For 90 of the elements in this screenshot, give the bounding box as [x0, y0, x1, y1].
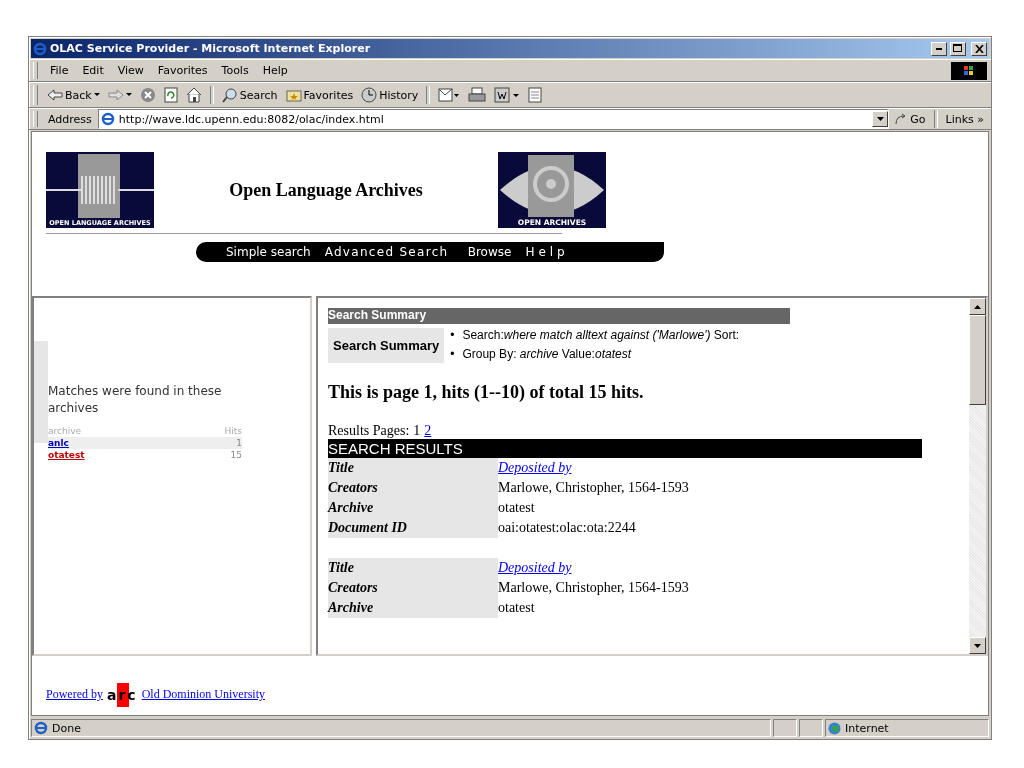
scroll-thumb[interactable] [969, 315, 986, 405]
nav-link[interactable]: Advanced Search [324, 245, 449, 259]
page-icon [100, 112, 115, 126]
menu-item[interactable]: View [111, 62, 150, 79]
summary-item: Search:where match alltext against ('Marlowe') Sort: [462, 327, 740, 344]
results-pages-label: Results Pages: [328, 423, 410, 439]
field-value: oai:otatest:olac:ota:2244 [498, 520, 636, 536]
down-arrow-icon [974, 643, 981, 648]
field-label: Archive [328, 498, 498, 518]
field-label: Archive [328, 598, 498, 618]
document-icon [528, 87, 543, 103]
menu-item[interactable]: File [44, 62, 75, 79]
search-icon [221, 87, 238, 103]
security-zone: Internet [825, 719, 989, 737]
field-value: Marlowe, Christopher, 1564-1593 [498, 580, 689, 596]
browser-icon [33, 41, 47, 56]
windows-logo-icon [951, 61, 987, 80]
scrollbar[interactable] [969, 298, 986, 654]
page-icon [34, 721, 48, 735]
caret-icon [125, 93, 132, 97]
scroll-up-button[interactable] [969, 298, 986, 315]
field-label: Document ID [328, 518, 498, 538]
nav-link[interactable]: Simple search [226, 245, 311, 259]
globe-icon [828, 721, 841, 735]
bullet: • [450, 327, 455, 344]
title-link[interactable]: Deposited by [498, 460, 572, 476]
archives-heading: Matches were found in these archives [48, 383, 223, 417]
links-button[interactable]: Links » [942, 108, 987, 130]
back-arrow-icon [47, 89, 63, 101]
back-button[interactable]: Back [44, 84, 103, 106]
mail-icon [438, 87, 461, 103]
nav-link[interactable]: Help [525, 245, 569, 259]
close-icon [974, 44, 984, 53]
page-info: This is page 1, hits (1--10) of total 15 hits. [328, 382, 645, 403]
minimize-icon [936, 47, 942, 50]
menu-item[interactable]: Help [256, 62, 294, 79]
menu-item[interactable]: Edit [76, 62, 110, 79]
search-button[interactable]: Search [218, 84, 281, 106]
field-label: Creators [328, 578, 498, 598]
maximize-icon [953, 44, 963, 53]
archive-link[interactable]: otatest [48, 450, 85, 460]
window-title: OLAC Service Provider - Microsoft Internet Explorer [50, 42, 372, 55]
field-value: otatest [498, 600, 535, 616]
menu-item[interactable]: Favorites [151, 62, 214, 79]
field-value: Marlowe, Christopher, 1564-1593 [498, 480, 689, 496]
maximize-button[interactable] [950, 41, 966, 56]
column-header: archive [48, 426, 82, 436]
clock-icon [361, 87, 378, 103]
refresh-icon [163, 87, 178, 103]
bullet: • [450, 346, 455, 363]
edit-icon [494, 87, 521, 103]
page-link[interactable]: 2 [424, 423, 432, 439]
page-link[interactable]: 1 [413, 423, 421, 439]
status-text: Done [31, 719, 771, 737]
site-title: Open Language Archives [228, 179, 424, 201]
caret-icon [93, 93, 100, 97]
university-link[interactable]: Old Dominion University [141, 687, 265, 702]
minimize-button[interactable] [931, 41, 947, 56]
hits-count: 1 [236, 438, 242, 448]
history-button[interactable]: History [358, 84, 422, 106]
address-field[interactable]: http://wave.ldc.upenn.edu:8082/olac/index.html [97, 109, 890, 129]
status-pane [773, 719, 797, 737]
hits-count: 15 [230, 450, 242, 460]
archive-link[interactable]: anlc [48, 438, 69, 448]
scroll-down-button[interactable] [969, 637, 986, 654]
favorites-button[interactable]: Favorites [282, 84, 357, 106]
powered-by-link[interactable]: Powered by [46, 687, 103, 702]
menu-item[interactable]: Tools [215, 62, 255, 79]
field-value: otatest [498, 500, 535, 516]
field-label: Title [328, 558, 498, 578]
up-arrow-icon [974, 304, 981, 309]
printer-icon [468, 87, 487, 103]
dropdown-button[interactable] [872, 111, 889, 127]
status-pane [799, 719, 823, 737]
caret-icon [876, 117, 884, 121]
summary-item: Group By: archive Value:otatest [462, 346, 631, 363]
field-label: Creators [328, 478, 498, 498]
summary-label: Search Summary [328, 327, 445, 363]
results-bar: SEARCH RESULTS [328, 439, 922, 458]
summary-bar: Search Summary [328, 308, 790, 324]
field-label: Title [328, 458, 498, 478]
address-label: Address [47, 112, 93, 126]
title-link[interactable]: Deposited by [498, 560, 572, 576]
home-icon [185, 87, 202, 103]
nav-link[interactable]: Browse [467, 245, 512, 259]
go-button[interactable]: Go [891, 108, 929, 130]
stop-icon [139, 87, 156, 103]
column-header: Hits [224, 426, 242, 436]
close-button[interactable] [971, 41, 987, 56]
forward-arrow-icon [107, 89, 124, 101]
